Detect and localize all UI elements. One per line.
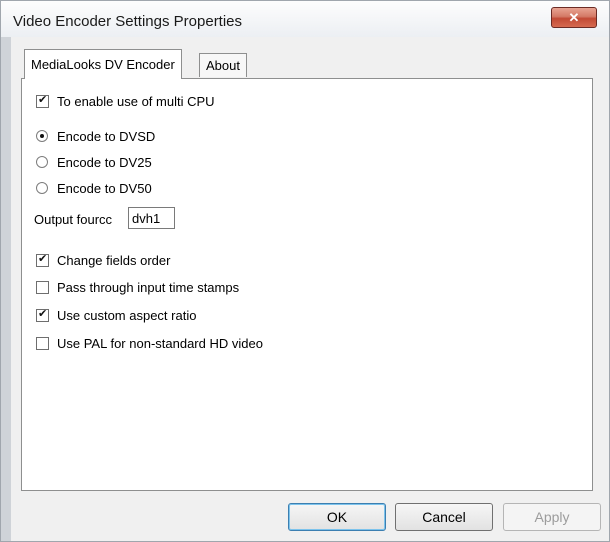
change-fields-order-label: Change fields order xyxy=(57,252,171,268)
tab-about[interactable]: About xyxy=(199,53,247,77)
encode-dv50-label: Encode to DV50 xyxy=(57,180,152,196)
pal-hd-video-checkbox[interactable]: Use PAL for non-standard HD video xyxy=(36,333,263,353)
custom-aspect-ratio-check-box[interactable] xyxy=(36,307,49,322)
encode-dv25-radio-button[interactable] xyxy=(36,156,48,168)
output-fourcc-input[interactable] xyxy=(128,207,175,229)
multi-cpu-check-box[interactable] xyxy=(36,93,49,108)
window-title: Video Encoder Settings Properties xyxy=(13,13,243,30)
encode-dv25-radio[interactable]: Encode to DV25 xyxy=(36,152,152,172)
title-bar: Video Encoder Settings Properties ✕ xyxy=(1,1,609,37)
properties-dialog: Video Encoder Settings Properties ✕ Medi… xyxy=(0,0,610,542)
pass-through-timestamps-label: Pass through input time stamps xyxy=(57,279,240,295)
custom-aspect-ratio-label: Use custom aspect ratio xyxy=(57,307,197,323)
change-fields-order-check-box[interactable] xyxy=(36,252,49,267)
encode-dv50-radio-button[interactable] xyxy=(36,182,48,194)
custom-aspect-ratio-checkbox[interactable]: Use custom aspect ratio xyxy=(36,305,196,325)
pal-hd-video-label: Use PAL for non-standard HD video xyxy=(57,335,263,351)
pass-through-timestamps-check-box[interactable] xyxy=(36,280,49,294)
encode-dv25-label: Encode to DV25 xyxy=(57,154,152,170)
output-fourcc-label: Output fourcc xyxy=(34,211,113,227)
encode-dvsd-radio-button[interactable] xyxy=(36,130,48,142)
apply-button[interactable]: Apply xyxy=(503,503,601,531)
multi-cpu-checkbox[interactable]: To enable use of multi CPU xyxy=(36,91,215,111)
cancel-button[interactable]: Cancel xyxy=(395,503,493,531)
multi-cpu-label: To enable use of multi CPU xyxy=(57,93,215,109)
pal-hd-video-check-box[interactable] xyxy=(36,336,49,350)
close-button[interactable]: ✕ xyxy=(551,7,597,28)
close-icon: ✕ xyxy=(568,10,580,25)
pass-through-timestamps-checkbox[interactable]: Pass through input time stamps xyxy=(36,277,239,297)
change-fields-order-checkbox[interactable]: Change fields order xyxy=(36,250,170,270)
tab-medialooks-dv-encoder[interactable]: MediaLooks DV Encoder xyxy=(24,49,182,79)
encode-dvsd-radio[interactable]: Encode to DVSD xyxy=(36,126,155,146)
ok-button[interactable]: OK xyxy=(288,503,386,531)
encode-dv50-radio[interactable]: Encode to DV50 xyxy=(36,178,152,198)
window-left-border xyxy=(1,37,11,541)
encode-dvsd-label: Encode to DVSD xyxy=(57,128,156,144)
